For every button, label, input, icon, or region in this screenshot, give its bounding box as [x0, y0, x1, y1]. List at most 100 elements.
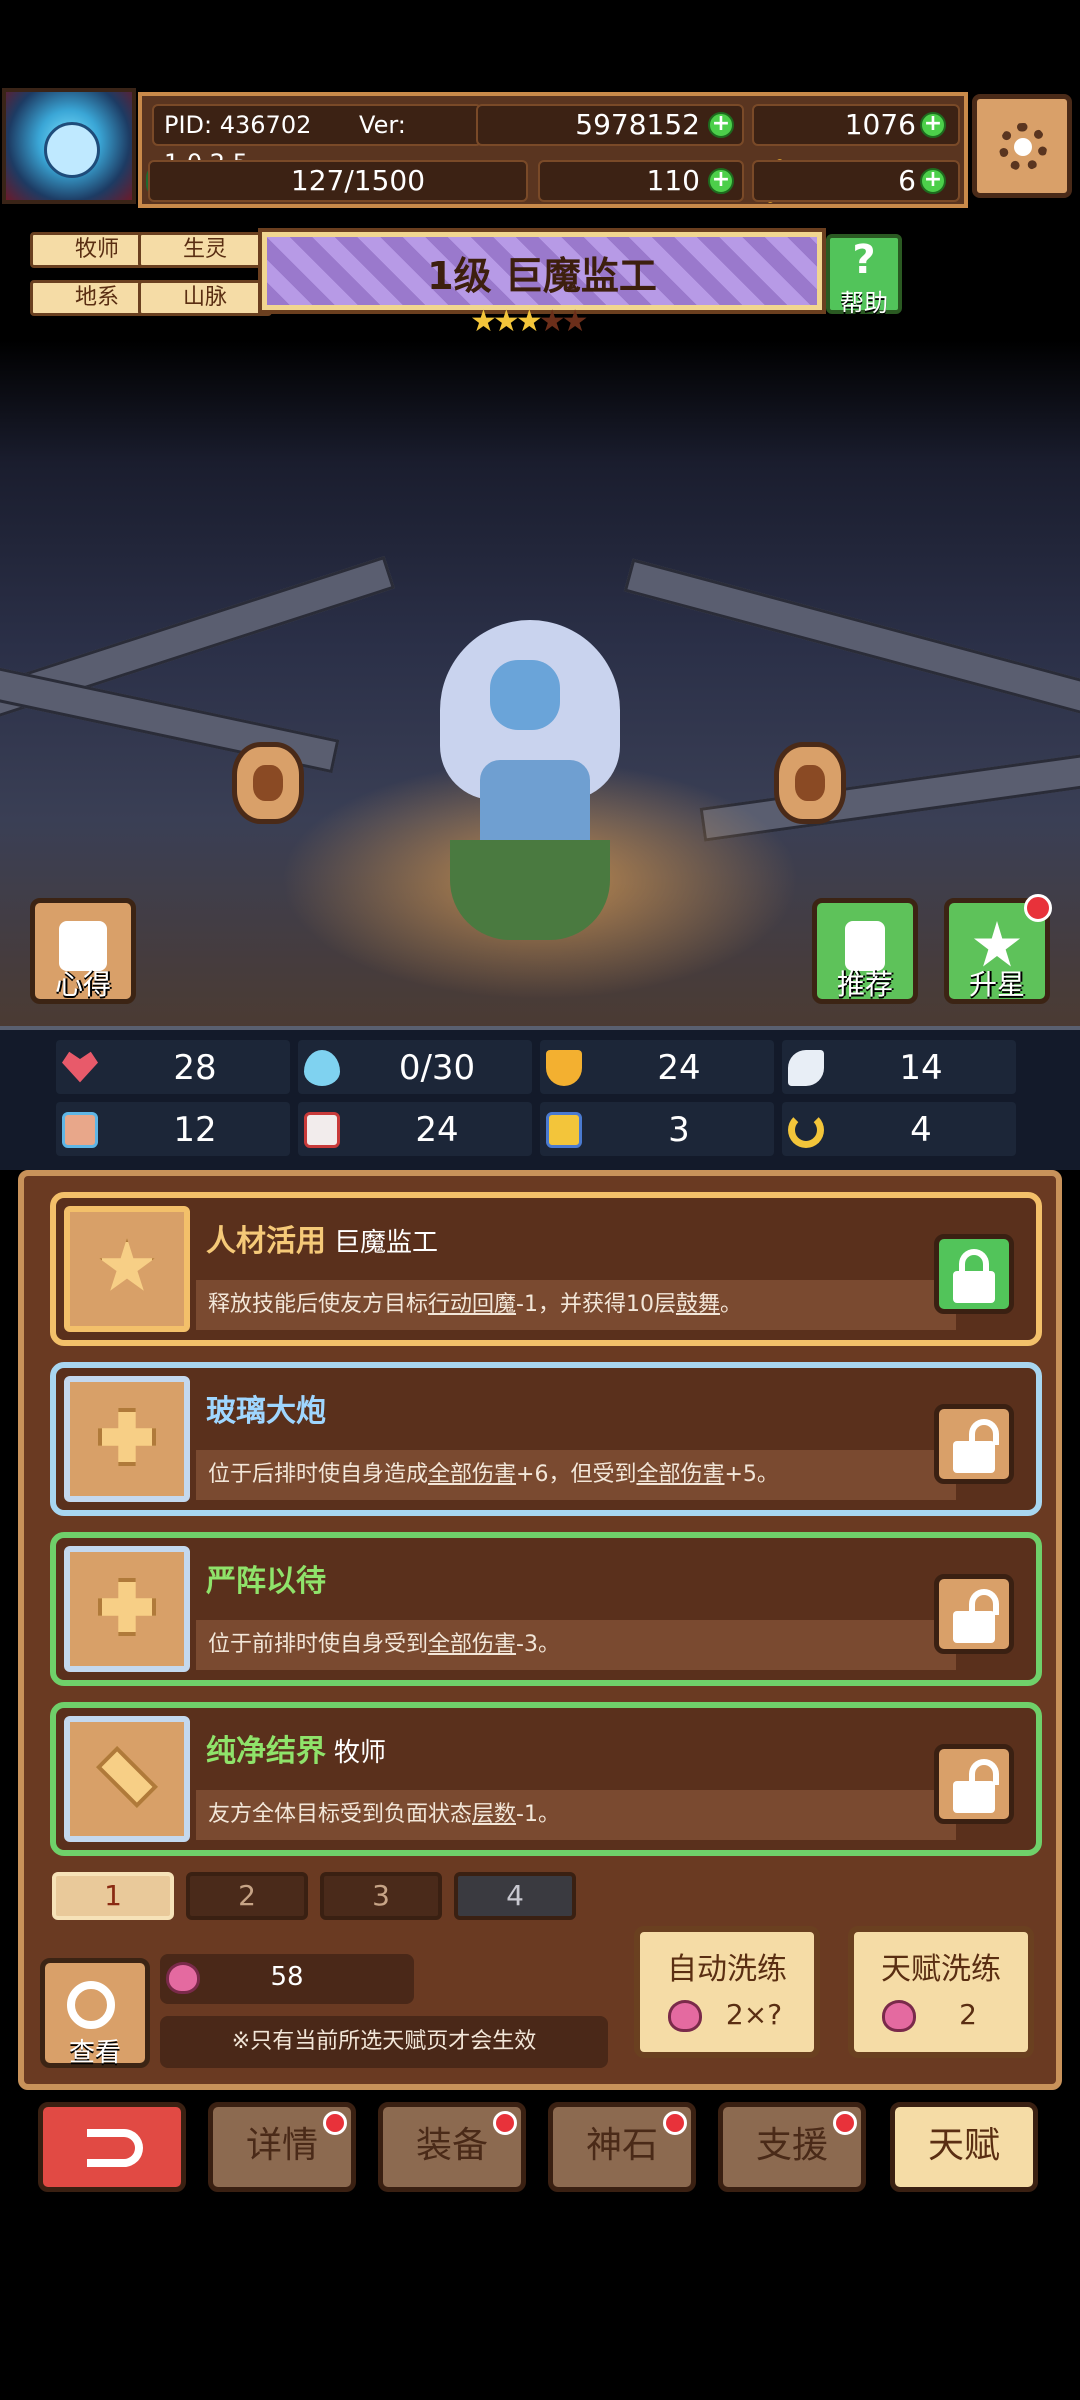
talent-reroll-label: 天赋洗练 [881, 1952, 1001, 1987]
notes-label: 心得 [54, 968, 111, 1001]
page-tab-3[interactable]: 3 [320, 1872, 442, 1920]
keyword-link[interactable]: 鼓舞 [676, 1292, 720, 1317]
star-empty-icon: ★ [561, 304, 589, 339]
char-skirt [450, 840, 610, 940]
stat-mana: 0/30 [298, 1040, 532, 1094]
add-gold-icon[interactable]: + [708, 112, 734, 138]
talent-name: 人材活用 [206, 1224, 326, 1259]
cross-badge-icon [98, 1408, 156, 1466]
talent-page-notice: ※只有当前所选天赋页才会生效 [160, 2016, 608, 2068]
desc-text: +5。 [724, 1462, 779, 1487]
desc-text: 释放技能后使友方目标 [208, 1292, 429, 1317]
exp-bar: 127/1500 [148, 160, 528, 202]
page-tab-2[interactable]: 2 [186, 1872, 308, 1920]
nav-support-button[interactable]: 支援 [718, 2102, 866, 2192]
recommend-label: 推荐 [836, 968, 893, 1001]
nav-god-stone-button[interactable]: 神石 [548, 2102, 696, 2192]
keyword-link[interactable]: 行动回魔 [428, 1292, 516, 1317]
desc-text: 位于后排时使自身造成 [208, 1462, 429, 1487]
talent-description: 释放技能后使友方目标行动回魔-1，并获得10层鼓舞。 [196, 1280, 956, 1330]
heart-icon [62, 1051, 98, 1083]
lock-body [953, 1271, 995, 1303]
stat-hp-value: 28 [173, 1048, 217, 1088]
talent-name: 玻璃大炮 [206, 1394, 326, 1429]
talent-subtitle: 牧师 [334, 1738, 387, 1768]
talent-card[interactable]: 人材活用 巨魔监工 释放技能后使友方目标行动回魔-1，并获得10层鼓舞。 [50, 1192, 1042, 1346]
return-arrow-icon [87, 2129, 143, 2167]
lock-body [953, 1611, 995, 1643]
desc-text: -1，并获得10层 [516, 1292, 676, 1317]
desc-text: 。 [719, 1292, 742, 1317]
back-button[interactable] [38, 2102, 186, 2192]
peach-icon [882, 2000, 916, 2032]
char-face [490, 660, 560, 730]
exp-value: 127/1500 [290, 164, 426, 197]
hero-character-sprite[interactable] [410, 580, 650, 980]
lock-body [953, 1781, 995, 1813]
page-tab-1[interactable]: 1 [52, 1872, 174, 1920]
view-button[interactable]: 查看 [40, 1958, 150, 2068]
keyword-link[interactable]: 全部伤害 [428, 1632, 516, 1657]
ruby-value: 1076 [844, 108, 916, 141]
stat-cost: 3 [540, 1102, 774, 1156]
hero-title-banner: 1级 巨魔监工 [258, 228, 826, 314]
player-avatar[interactable] [2, 88, 136, 204]
nav-details-button[interactable]: 详情 [208, 2102, 356, 2192]
recommend-button[interactable]: 推荐 [812, 898, 918, 1004]
peach-icon [668, 2000, 702, 2032]
lock-toggle-button[interactable] [934, 1744, 1014, 1824]
nav-talent-button[interactable]: 天赋 [890, 2102, 1038, 2192]
talent-icon-box [64, 1376, 190, 1502]
spellbook-icon [304, 1112, 340, 1148]
stat-attack: 12 [56, 1102, 290, 1156]
talent-name: 纯净结界 [206, 1734, 326, 1769]
talent-reroll-button[interactable]: 天赋洗练 2 [848, 1926, 1034, 2058]
notes-button[interactable]: 心得 [30, 898, 136, 1004]
cost-row: 2×? [660, 1994, 794, 2038]
previous-hero-button[interactable] [232, 742, 304, 824]
lock-toggle-button[interactable] [934, 1404, 1014, 1484]
stat-cost-value: 3 [668, 1110, 690, 1150]
star-icon: ★ [470, 304, 497, 339]
next-hero-button[interactable] [774, 742, 846, 824]
help-label: 帮助 [840, 289, 888, 317]
stat-magic-value: 24 [415, 1110, 459, 1150]
add-key-icon[interactable]: + [920, 168, 946, 194]
auto-reroll-label: 自动洗练 [667, 1952, 787, 1987]
water-drop-icon [304, 1050, 340, 1086]
page-tab-4[interactable]: 4 [454, 1872, 576, 1920]
add-clover-icon[interactable]: + [708, 168, 734, 194]
lock-toggle-button[interactable] [934, 1574, 1014, 1654]
stat-mana-value: 0/30 [398, 1048, 476, 1088]
hero-scene [0, 340, 1080, 1026]
stat-luck-value: 4 [910, 1110, 932, 1150]
talent-card[interactable]: 严阵以待 位于前排时使自身受到全部伤害-3。 [50, 1532, 1042, 1686]
pid-text: PID: 436702 [164, 111, 312, 139]
avatar-face [44, 122, 100, 178]
desc-text: -3。 [516, 1632, 560, 1657]
stat-defense: 24 [540, 1040, 774, 1094]
desc-text: 友方全体目标受到负面状态 [208, 1802, 473, 1827]
keyword-link[interactable]: 层数 [472, 1802, 516, 1827]
nav-equipment-button[interactable]: 装备 [378, 2102, 526, 2192]
talent-description: 位于前排时使自身受到全部伤害-3。 [196, 1620, 956, 1670]
keyword-link[interactable]: 全部伤害 [636, 1462, 724, 1487]
settings-button[interactable] [972, 94, 1072, 198]
desc-text: -1。 [516, 1802, 560, 1827]
keyword-link[interactable]: 全部伤害 [428, 1462, 516, 1487]
stat-speed-value: 14 [899, 1048, 943, 1088]
fist-icon [62, 1112, 98, 1148]
talent-icon-box [64, 1546, 190, 1672]
talent-card[interactable]: 玻璃大炮 位于后排时使自身造成全部伤害+6，但受到全部伤害+5。 [50, 1362, 1042, 1516]
stat-attack-value: 12 [173, 1110, 217, 1150]
star-icon: ★ [515, 304, 543, 339]
talent-card[interactable]: 纯净结界 牧师 友方全体目标受到负面状态层数-1。 [50, 1702, 1042, 1856]
gold-counter: 5978152 [476, 104, 744, 146]
lock-toggle-button[interactable] [934, 1234, 1014, 1314]
add-ruby-icon[interactable]: + [920, 112, 946, 138]
auto-reroll-button[interactable]: 自动洗练 2×? [634, 1926, 820, 2058]
cost-row: 2 [874, 1994, 1008, 2038]
stat-defense-value: 24 [657, 1048, 701, 1088]
notification-dot [323, 2111, 347, 2135]
help-button[interactable]: ? 帮助 [826, 234, 902, 317]
